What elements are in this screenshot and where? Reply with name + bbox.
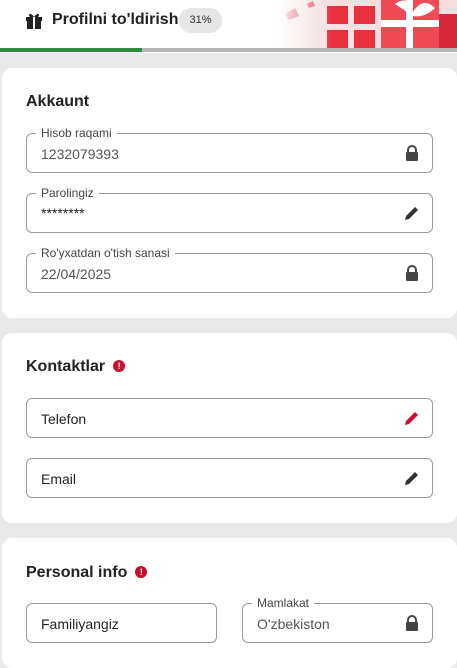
pencil-icon[interactable] bbox=[404, 470, 420, 486]
contacts-section-title: Kontaktlar! bbox=[26, 358, 126, 376]
warning-icon: ! bbox=[113, 360, 126, 372]
registration-date-value: 22/04/2025 bbox=[41, 266, 112, 282]
profile-progress-fill bbox=[0, 48, 142, 52]
contacts-title-text: Kontaktlar bbox=[26, 358, 106, 375]
personal-section-title: Personal info! bbox=[26, 564, 148, 582]
contacts-card: Kontaktlar! Telefon Email bbox=[2, 333, 457, 523]
account-number-field[interactable]: Hisob raqami 1232079393 bbox=[26, 126, 433, 173]
surname-field[interactable]: Familiyangiz bbox=[26, 603, 217, 643]
warning-icon: ! bbox=[135, 566, 148, 578]
password-field[interactable]: Parolingiz ******** bbox=[26, 186, 433, 233]
password-value: ******** bbox=[41, 205, 85, 221]
country-label: Mamlakat bbox=[252, 596, 315, 610]
password-label: Parolingiz bbox=[36, 186, 99, 200]
profile-completion-header[interactable]: Profilni to'ldirish 31% bbox=[0, 0, 457, 53]
surname-placeholder: Familiyangiz bbox=[41, 616, 119, 632]
lock-icon bbox=[406, 615, 418, 631]
personal-info-card: Personal info! Familiyangiz Mamlakat O'z… bbox=[2, 538, 457, 668]
registration-date-field[interactable]: Ro'yxatdan o'tish sanasi 22/04/2025 bbox=[26, 246, 433, 293]
pencil-icon[interactable] bbox=[404, 205, 420, 221]
lock-icon bbox=[406, 265, 418, 281]
country-value: O'zbekiston bbox=[257, 616, 330, 632]
registration-date-label: Ro'yxatdan o'tish sanasi bbox=[36, 246, 175, 260]
pencil-icon[interactable] bbox=[404, 410, 420, 426]
account-section-title: Akkaunt bbox=[26, 93, 90, 110]
phone-field[interactable]: Telefon bbox=[26, 398, 433, 438]
phone-placeholder: Telefon bbox=[41, 411, 87, 427]
personal-title-text: Personal info bbox=[26, 564, 128, 581]
account-number-value: 1232079393 bbox=[41, 146, 119, 162]
email-placeholder: Email bbox=[41, 471, 77, 487]
header-title: Profilni to'ldirish bbox=[52, 11, 179, 28]
account-number-label: Hisob raqami bbox=[36, 126, 117, 140]
account-card: Akkaunt Hisob raqami 1232079393 Paroling… bbox=[2, 68, 457, 318]
country-field[interactable]: Mamlakat O'zbekiston bbox=[242, 596, 433, 643]
gift-icon bbox=[26, 13, 42, 29]
profile-progress-bar bbox=[0, 48, 457, 52]
progress-badge: 31% bbox=[179, 8, 222, 33]
email-field[interactable]: Email bbox=[26, 458, 433, 498]
lock-icon bbox=[406, 145, 418, 161]
gift-boxes-decoration bbox=[277, 0, 457, 48]
